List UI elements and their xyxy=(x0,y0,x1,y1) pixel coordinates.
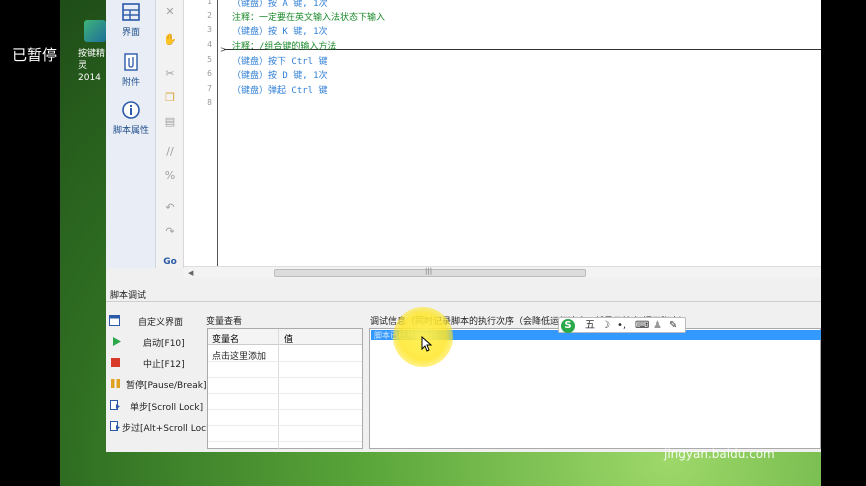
code-line[interactable]: 注释：一定要在英文输入法状态下输入 xyxy=(232,10,385,23)
step-button[interactable]: 单步[Scroll Lock] xyxy=(130,400,203,413)
microphone-icon[interactable]: ♟ xyxy=(653,319,662,333)
code-line[interactable]: （键盘）按 A 键, 1次 xyxy=(232,0,328,9)
attachment-icon xyxy=(124,53,138,71)
table-row xyxy=(208,377,362,378)
line-gutter: 1 2 3 4 5 6 7 8 xyxy=(184,0,218,268)
code-line[interactable]: （键盘）按下 Ctrl 键 xyxy=(232,54,328,67)
grid-icon xyxy=(122,3,140,21)
variable-viewer-title: 变量查看 xyxy=(206,317,243,327)
app-shortcut-label[interactable]: 按键精灵2014 xyxy=(78,48,108,84)
ime-logo-icon[interactable]: S xyxy=(561,319,575,333)
line-number: 6 xyxy=(207,69,212,78)
paused-label: 已暂停 xyxy=(12,46,58,64)
custom-interface-button[interactable]: 自定义界面 xyxy=(138,315,183,328)
watermark-logo: Bai du 经验 xyxy=(662,410,816,440)
step-over-icon xyxy=(110,421,120,431)
table-row xyxy=(208,361,362,362)
app-shortcut-icon[interactable] xyxy=(84,20,106,42)
ime-toolbar[interactable]: S 五 ☽ •, ⌨ ♟ ✎ xyxy=(558,317,686,333)
ime-mode[interactable]: 五 xyxy=(585,319,595,333)
nav-item-script-properties[interactable]: 脚本属性 xyxy=(106,100,156,136)
table-row xyxy=(208,441,362,442)
hand-icon[interactable]: ✋ xyxy=(162,32,178,48)
window-icon xyxy=(109,315,120,326)
info-icon xyxy=(122,101,140,119)
close-icon[interactable]: ✕ xyxy=(162,4,178,20)
tool-column: ✕ ✋ ✂ ❐ ▤ // % ↶ ↷ Go xyxy=(156,0,184,268)
variable-table[interactable]: 变量名 值 点击这里添加 xyxy=(207,328,363,450)
table-row xyxy=(208,393,362,394)
column-header-value: 值 xyxy=(284,335,294,345)
nav-item-interface[interactable]: 界面 xyxy=(106,2,156,38)
table-row xyxy=(208,409,362,410)
line-number: 2 xyxy=(207,11,212,20)
table-row xyxy=(208,425,362,426)
line-number: 5 xyxy=(207,55,212,64)
punctuation-icon[interactable]: •, xyxy=(617,319,626,333)
code-line[interactable]: （键盘）弹起 Ctrl 键 xyxy=(232,83,328,96)
scroll-left-icon[interactable]: ◀ xyxy=(188,267,193,279)
paste-icon[interactable]: ▤ xyxy=(162,114,178,130)
stop-icon xyxy=(111,358,120,367)
column-separator xyxy=(278,329,279,450)
variable-table-header: 变量名 值 xyxy=(208,329,362,345)
column-header-name: 变量名 xyxy=(212,335,240,345)
wrench-icon[interactable]: ✎ xyxy=(669,319,677,333)
undo-icon[interactable]: ↶ xyxy=(162,200,178,216)
comment-icon[interactable]: // xyxy=(162,144,178,160)
start-button[interactable]: 启动[F10] xyxy=(143,336,185,349)
nav-item-attachment[interactable]: 附件 xyxy=(106,52,156,88)
code-line[interactable]: （键盘）按 D 键, 1次 xyxy=(232,68,328,81)
nav-item-label: 界面 xyxy=(121,28,140,38)
code-line[interactable]: （键盘）按 K 键, 1次 xyxy=(232,24,328,37)
script-editor-window: 界面 附件 脚本属性 ✕ ✋ ✂ ❐ ▤ // % ↶ ↷ Go 1 2 3 4… xyxy=(106,0,821,452)
debug-panel-title: 脚本调试 xyxy=(110,291,147,301)
step-icon xyxy=(110,400,120,410)
uncomment-icon[interactable]: % xyxy=(162,168,178,184)
debug-panel-header: 脚本调试 xyxy=(106,284,821,302)
horizontal-scrollbar[interactable]: ◀ ||| xyxy=(184,266,821,278)
play-icon xyxy=(113,337,121,346)
redo-icon[interactable]: ↷ xyxy=(162,224,178,240)
cut-icon[interactable]: ✂ xyxy=(162,66,178,82)
line-number: 4 xyxy=(207,40,212,49)
scrollbar-thumb[interactable]: ||| xyxy=(274,267,586,277)
goto-icon[interactable]: Go xyxy=(162,254,178,270)
moon-icon[interactable]: ☽ xyxy=(601,319,610,333)
code-line[interactable]: 注释：/组合键的输入方法 xyxy=(232,39,336,52)
nav-item-label: 脚本属性 xyxy=(112,126,149,136)
pause-button[interactable]: 暂停[Pause/Break] xyxy=(126,378,206,391)
step-over-button[interactable]: 步过[Alt+Scroll Lock] xyxy=(122,421,215,434)
copy-icon[interactable]: ❐ xyxy=(162,90,178,106)
line-number: 3 xyxy=(207,25,212,34)
stop-button[interactable]: 中止[F12] xyxy=(143,357,185,370)
code-editor[interactable]: 1 2 3 4 5 6 7 8 > （键盘）按 A 键, 1次 注释：一定要在英… xyxy=(184,0,821,268)
keyboard-icon[interactable]: ⌨ xyxy=(635,319,649,333)
left-nav-panel: 界面 附件 脚本属性 xyxy=(106,0,156,268)
watermark-url: jingyan.baidu.com xyxy=(664,447,775,461)
line-number: 1 xyxy=(207,0,212,6)
pause-icon xyxy=(111,379,120,388)
nav-item-label: 附件 xyxy=(121,78,140,88)
line-number: 8 xyxy=(207,98,212,107)
mouse-cursor-icon xyxy=(421,336,433,352)
line-number: 7 xyxy=(207,84,212,93)
grip-icon: ||| xyxy=(425,267,433,275)
